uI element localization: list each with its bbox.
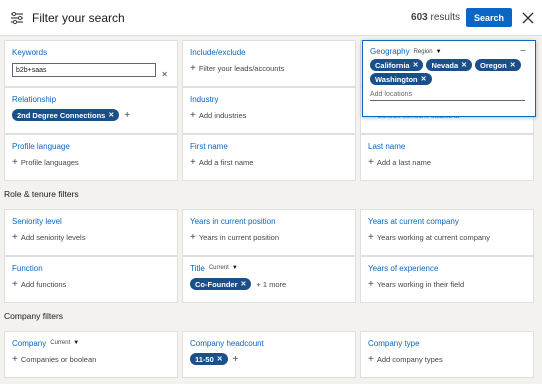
plus-icon: + (12, 231, 18, 243)
years-experience-filter[interactable]: Years of experience + Years working in th… (360, 256, 534, 303)
function-filter[interactable]: Function + Add functions (4, 256, 178, 303)
plus-icon: + (190, 109, 196, 121)
geography-label: Geography Region ▼ (370, 47, 442, 56)
last-name-label: Last name (368, 142, 406, 151)
close-icon[interactable] (522, 12, 534, 24)
industry-add[interactable]: + Add industries (190, 109, 348, 121)
geo-chip[interactable]: California ✕ (370, 59, 424, 71)
years-experience-label: Years of experience (368, 264, 439, 273)
geography-chips: California ✕ Nevada ✕ Oregon ✕ Washington ✕ (370, 59, 528, 85)
relationship-filter[interactable]: Relationship 2nd Degree Connections ✕ + (4, 87, 178, 134)
filter-header: Filter your search 603 results Search (0, 0, 542, 36)
section-role-tenure: Role & tenure filters (4, 189, 79, 199)
headcount-filter[interactable]: Company headcount 11-50 ✕ + (182, 331, 356, 378)
title-chip[interactable]: Co-Founder ✕ (190, 278, 252, 290)
years-experience-add[interactable]: + Years working in their field (368, 278, 526, 290)
geo-chip[interactable]: Oregon ✕ (475, 59, 521, 71)
company-add[interactable]: + Companies or boolean (12, 353, 170, 365)
include-exclude-add[interactable]: + Filter your leads/accounts (190, 62, 348, 74)
plus-icon: + (190, 62, 196, 74)
chevron-down-icon[interactable]: ▼ (73, 338, 79, 349)
location-input[interactable]: Add locations (370, 91, 525, 101)
first-name-add[interactable]: + Add a first name (190, 156, 348, 168)
years-company-add[interactable]: + Years working at current company (368, 231, 526, 243)
headcount-label: Company headcount (190, 339, 264, 348)
title-filter[interactable]: Title Current ▼ Co-Founder ✕ + 1 more (182, 256, 356, 303)
years-company-filter[interactable]: Years at current company + Years working … (360, 209, 534, 256)
page-title: Filter your search (32, 10, 125, 25)
plus-icon: + (368, 278, 374, 290)
search-button[interactable]: Search (465, 8, 512, 27)
results-count: 603 results (411, 12, 460, 23)
role-filters-grid: Seniority level + Add seniority levels Ye… (4, 209, 538, 303)
more-titles-link[interactable]: + 1 more (256, 280, 286, 289)
years-position-add[interactable]: + Years in current position (190, 231, 348, 243)
company-type-filter[interactable]: Company type + Add company types (360, 331, 534, 378)
last-name-filter[interactable]: Last name + Add a last name (360, 134, 534, 181)
years-position-label: Years in current position (190, 217, 276, 226)
plus-icon: + (12, 353, 18, 365)
clear-keywords-icon[interactable]: ✕ (161, 70, 168, 79)
title-label: Title Current ▼ (190, 263, 238, 274)
geography-panel[interactable]: Geography Region ▼ − California ✕ Nevada ✕… (362, 40, 536, 117)
filter-sliders-icon[interactable] (10, 11, 24, 25)
plus-icon: + (190, 231, 196, 243)
plus-icon: + (368, 353, 374, 365)
plus-icon: + (190, 156, 196, 168)
seniority-filter[interactable]: Seniority level + Add seniority levels (4, 209, 178, 256)
remove-chip-icon[interactable]: ✕ (217, 355, 223, 363)
remove-chip-icon[interactable]: ✕ (108, 111, 114, 119)
remove-chip-icon[interactable]: ✕ (241, 280, 247, 288)
last-name-add[interactable]: + Add a last name (368, 156, 526, 168)
plus-icon: + (368, 231, 374, 243)
keywords-label: Keywords (12, 48, 48, 57)
geo-chip[interactable]: Nevada ✕ (426, 59, 473, 71)
years-company-label: Years at current company (368, 217, 459, 226)
profile-language-add[interactable]: + Profile languages (12, 156, 170, 168)
company-filters-grid: Company Current ▼ + Companies or boolean Co… (4, 331, 538, 378)
function-add[interactable]: + Add functions (12, 278, 170, 290)
relationship-chip[interactable]: 2nd Degree Connections ✕ (12, 109, 120, 121)
geography-scope[interactable]: Region (414, 49, 433, 55)
company-type-add[interactable]: + Add company types (368, 353, 526, 365)
title-scope[interactable]: Current (209, 263, 229, 274)
plus-icon: + (368, 156, 374, 168)
seniority-label: Seniority level (12, 217, 62, 226)
add-headcount-icon[interactable]: + (233, 354, 239, 365)
industry-label: Industry (190, 95, 219, 104)
profile-language-label: Profile language (12, 142, 70, 151)
plus-icon: + (12, 278, 18, 290)
company-label: Company Current ▼ (12, 338, 80, 349)
keywords-filter[interactable]: Keywords b2b+saas ✕ (4, 40, 178, 87)
section-company: Company filters (4, 311, 64, 321)
chevron-down-icon[interactable]: ▼ (232, 263, 238, 274)
keywords-input[interactable]: b2b+saas (12, 63, 156, 77)
company-type-label: Company type (368, 339, 420, 348)
remove-chip-icon[interactable]: ✕ (421, 75, 427, 83)
headcount-chip[interactable]: 11-50 ✕ (190, 353, 228, 365)
function-label: Function (12, 264, 43, 273)
geo-chip[interactable]: Washington ✕ (370, 73, 432, 85)
collapse-icon[interactable]: − (520, 46, 526, 57)
relationship-label: Relationship (12, 95, 57, 104)
company-scope[interactable]: Current (50, 338, 70, 349)
seniority-add[interactable]: + Add seniority levels (12, 231, 170, 243)
include-exclude-filter[interactable]: Include/exclude + Filter your leads/accou… (182, 40, 356, 87)
company-filter[interactable]: Company Current ▼ + Companies or boolean (4, 331, 178, 378)
plus-icon: + (12, 156, 18, 168)
first-name-filter[interactable]: First name + Add a first name (182, 134, 356, 181)
remove-chip-icon[interactable]: ✕ (413, 61, 419, 69)
industry-filter[interactable]: Industry + Add industries (182, 87, 356, 134)
years-position-filter[interactable]: Years in current position + Years in curr… (182, 209, 356, 256)
first-name-label: First name (190, 142, 228, 151)
include-exclude-label: Include/exclude (190, 48, 246, 57)
remove-chip-icon[interactable]: ✕ (510, 61, 516, 69)
profile-language-filter[interactable]: Profile language + Profile languages (4, 134, 178, 181)
remove-chip-icon[interactable]: ✕ (461, 61, 467, 69)
add-relationship-icon[interactable]: + (124, 110, 130, 121)
chevron-down-icon[interactable]: ▼ (436, 49, 442, 55)
